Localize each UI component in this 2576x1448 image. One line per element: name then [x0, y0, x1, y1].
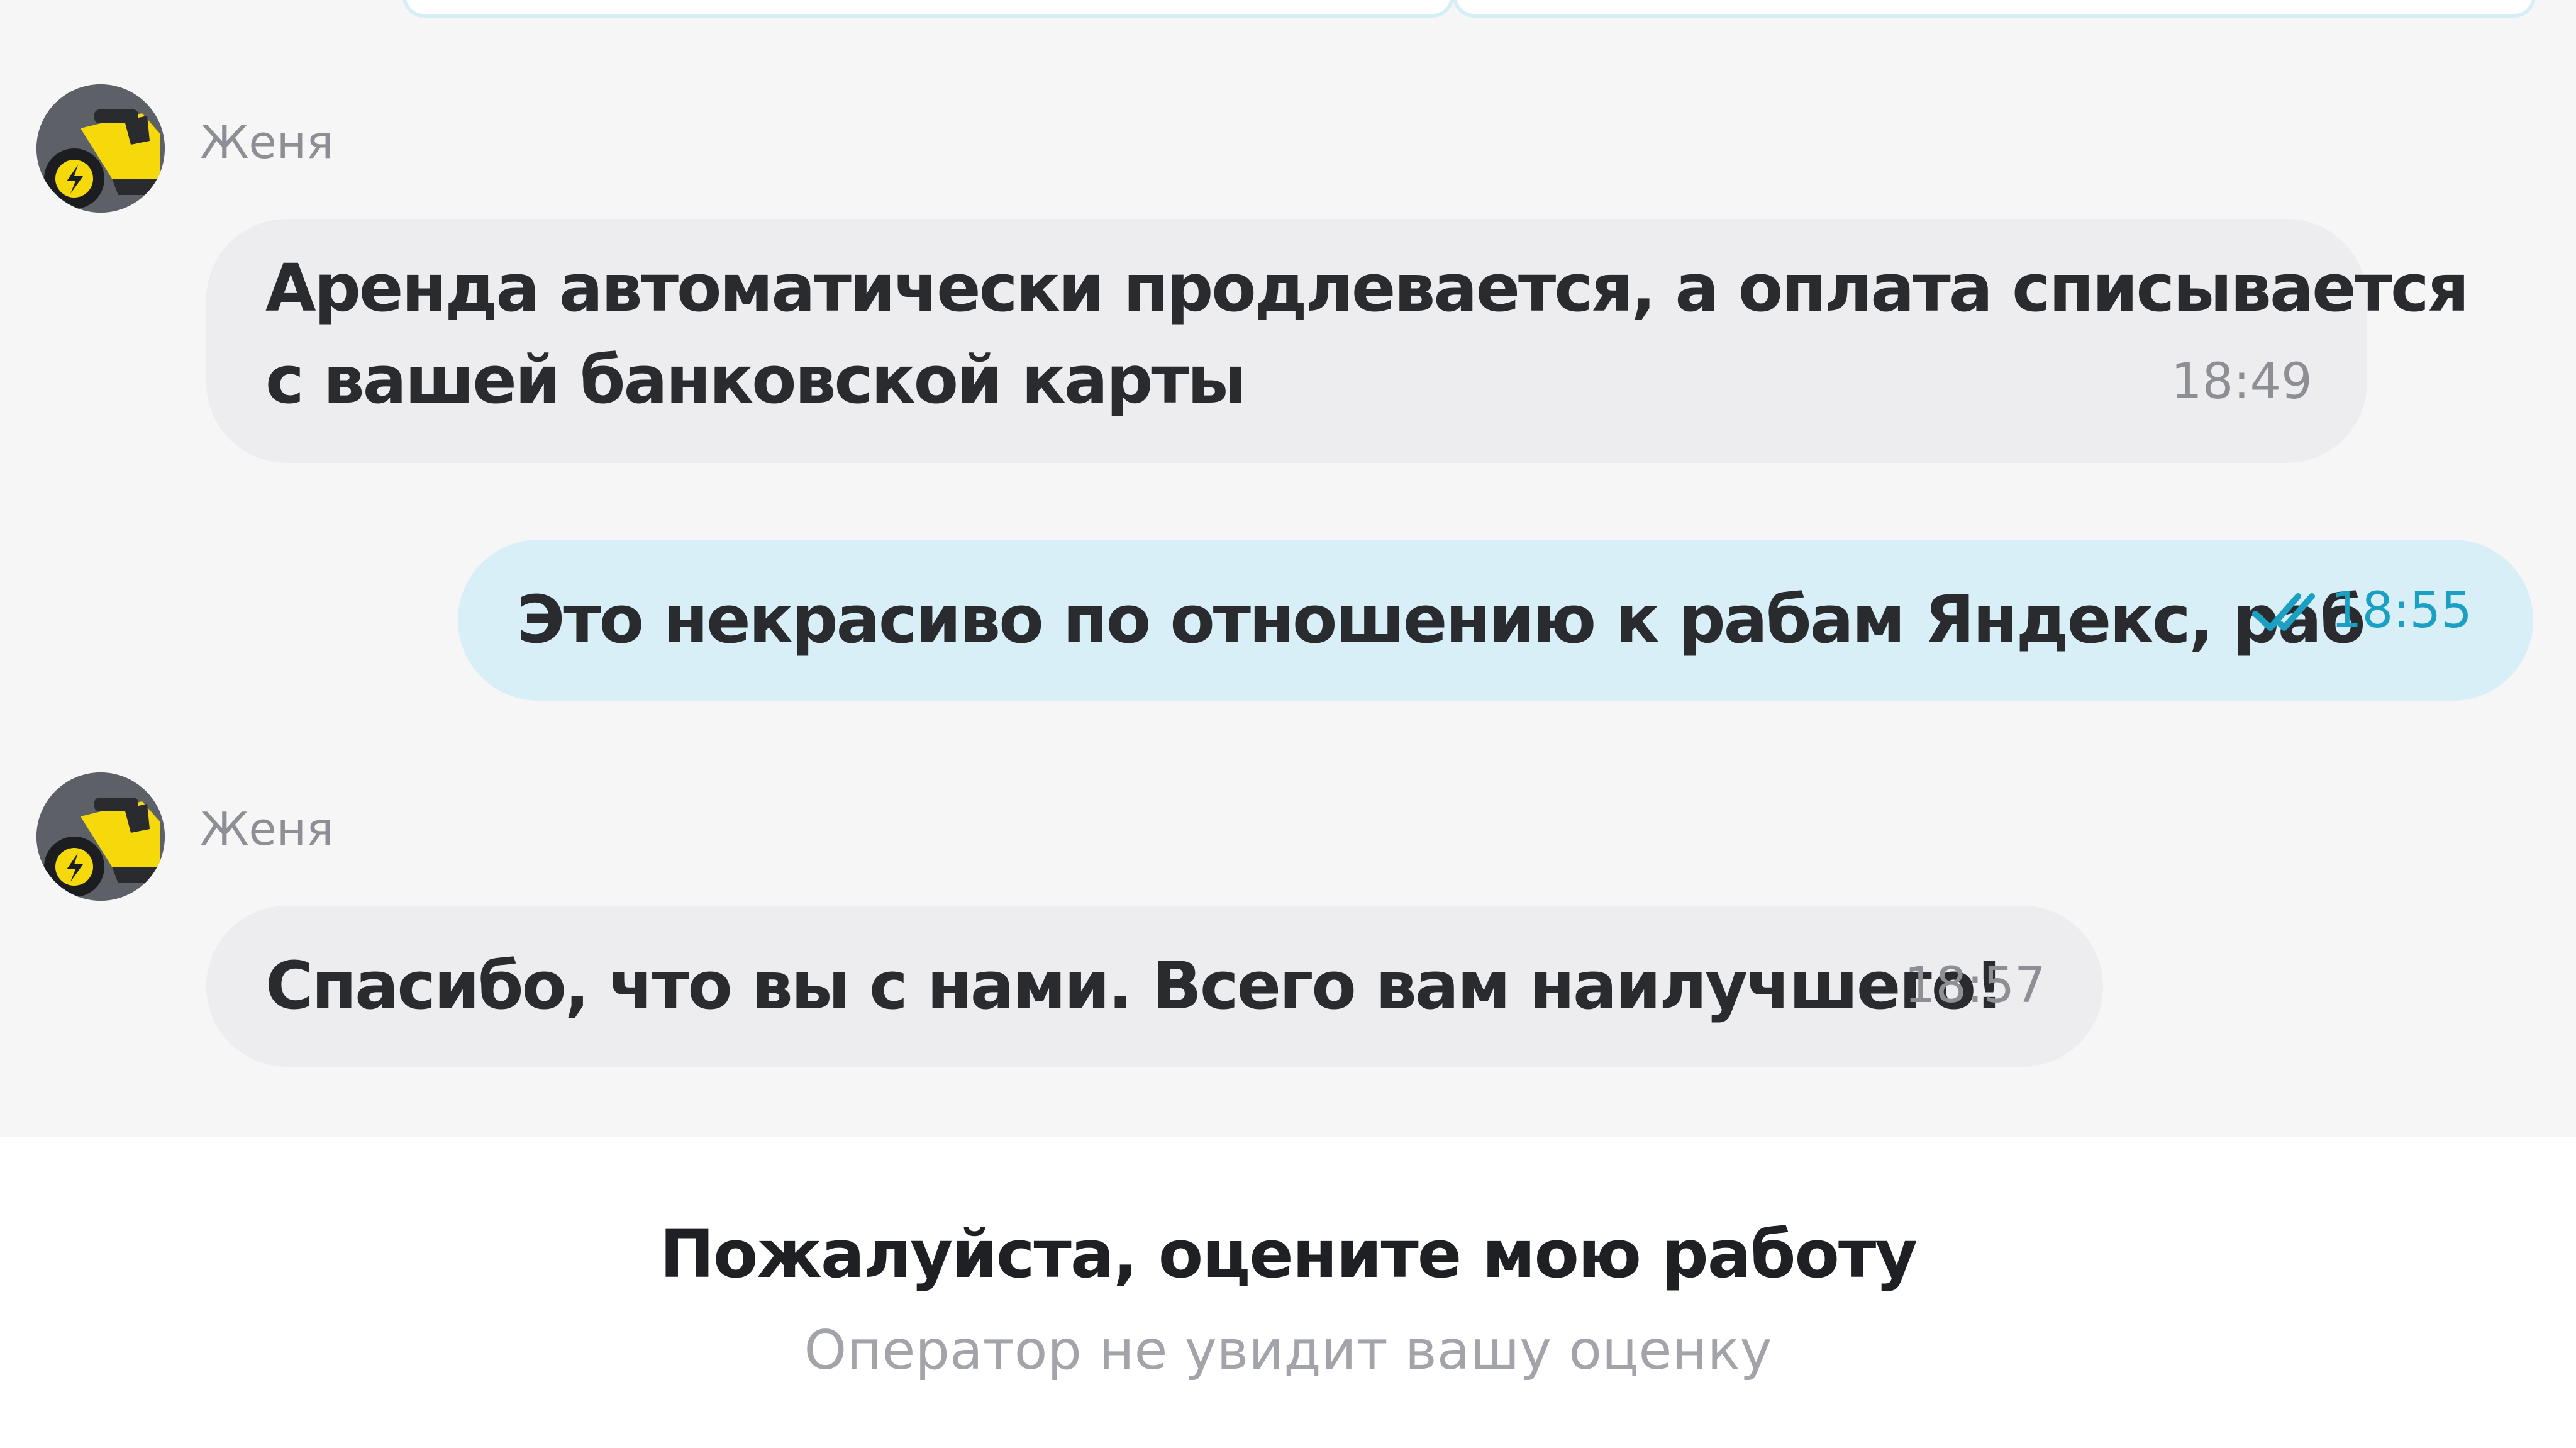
rating-subtitle: Оператор не увидит вашу оценку [804, 1319, 1772, 1382]
message-text: Спасибо, что вы с нами. Всего вам наилуч… [265, 947, 2004, 1024]
message-text-line: Аренда автоматически продлевается, а опл… [265, 250, 2469, 326]
scooter-avatar-icon [36, 84, 165, 213]
rating-panel: Пожалуйста, оцените мою работу Оператор … [0, 1137, 2576, 1448]
previous-message-edge [402, 0, 1454, 18]
message-text-line: с вашей банковской карты [265, 342, 1246, 418]
message-time: 18:57 [1904, 957, 2046, 1014]
sender-name: Женя [200, 803, 334, 855]
rating-title: Пожалуйста, оцените мою работу [659, 1216, 1918, 1293]
message-time: 18:55 [2331, 582, 2472, 639]
operator-avatar-icon[interactable] [36, 772, 165, 901]
message-time: 18:49 [2171, 354, 2312, 410]
previous-message-edge [1453, 0, 2536, 18]
double-check-icon [2252, 593, 2315, 631]
scooter-avatar-icon [36, 772, 165, 901]
message-text: Это некрасиво по отношению к рабам Яндек… [517, 581, 2365, 658]
operator-avatar-icon[interactable] [36, 84, 165, 213]
chat-area[interactable]: Женя Аренда автоматически продлевается, … [0, 0, 2576, 1137]
sender-name: Женя [200, 116, 334, 169]
